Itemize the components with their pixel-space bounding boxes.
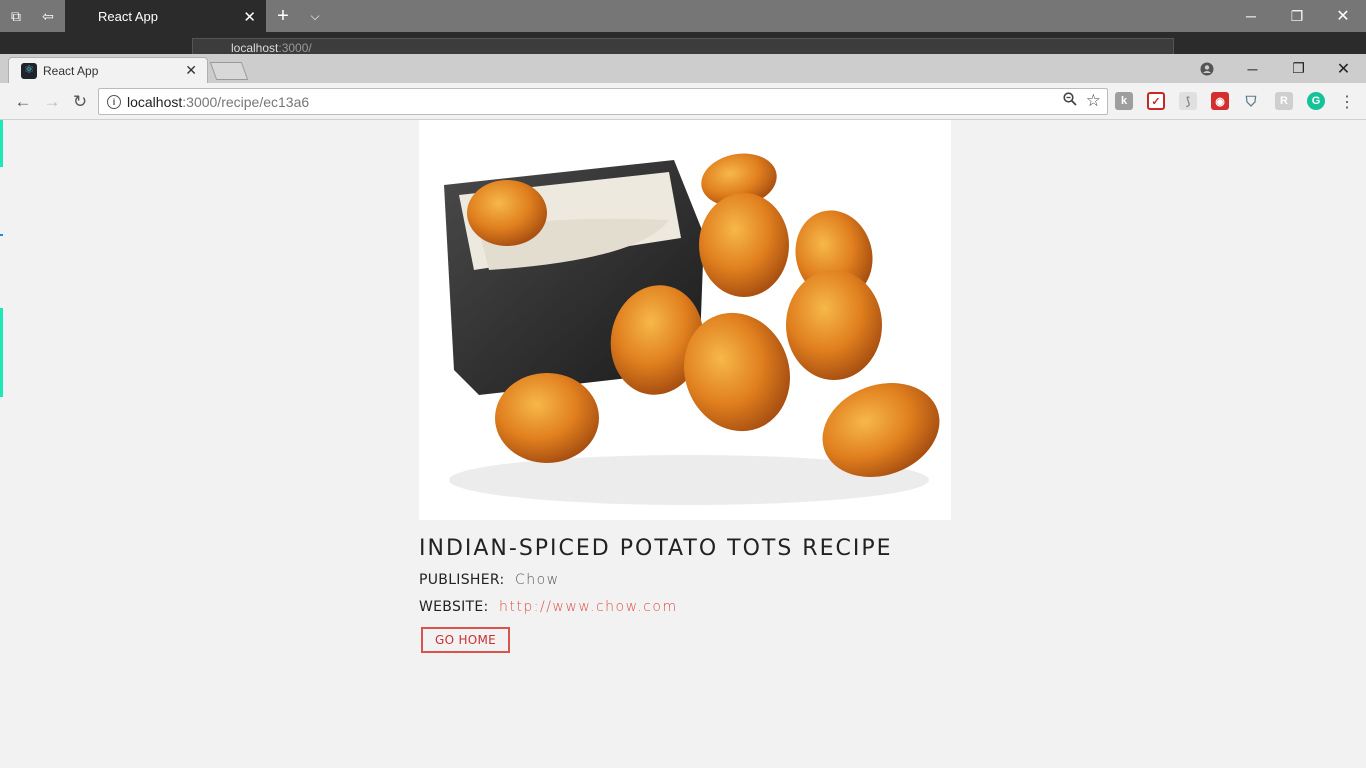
extension-camera-icon[interactable]: ◉ [1211,92,1229,110]
tabs-aside-icon[interactable]: ⧉ [0,0,32,32]
website-label: WEBSITE: [419,599,489,615]
profile-icon[interactable] [1192,54,1222,83]
left-edge-artifact [0,120,3,167]
edge-address-bar[interactable]: localhost:3000/ [192,38,1174,54]
go-home-button[interactable]: GO HOME [421,627,511,653]
zoom-icon[interactable] [1063,92,1077,110]
extension-shield-icon[interactable]: ⛉ [1242,92,1260,110]
edge-tab-close-icon[interactable]: ✕ [243,8,256,26]
extension-pocket-icon[interactable]: ✓ [1147,92,1165,110]
extension-k-icon[interactable]: k [1115,92,1133,110]
minimize-icon[interactable]: ─ [1228,0,1274,32]
bookmark-star-icon[interactable]: ☆ [1086,91,1101,111]
left-edge-artifact [0,234,3,236]
edge-titlebar: ⧉ ⇦ React App ✕ + ⌵ ─ ❐ ✕ [0,0,1366,32]
edge-tab-title: React App [98,8,158,24]
restore-icon[interactable]: ❐ [1274,0,1320,32]
reload-icon[interactable]: ↻ [68,90,92,114]
chrome-close-icon[interactable]: ✕ [1321,54,1366,83]
close-window-icon[interactable]: ✕ [1320,0,1366,32]
website-row: WEBSITE: http://www.chow.com [419,598,951,615]
publisher-row: PUBLISHER: Chow [419,571,951,588]
chrome-minimize-icon[interactable]: ─ [1230,54,1275,83]
tab-preview-chevron-icon[interactable]: ⌵ [302,0,328,32]
chrome-tab-close-icon[interactable]: ✕ [185,62,197,79]
site-info-icon[interactable]: i [107,94,121,109]
back-arrow-icon[interactable]: ← [11,90,35,114]
set-tabs-aside-icon[interactable]: ⇦ [32,0,64,32]
publisher-value: Chow [514,572,560,588]
website-link[interactable]: http://www.chow.com [499,599,678,615]
chrome-restore-icon[interactable]: ❐ [1276,54,1321,83]
url-host: localhost [127,93,183,110]
chrome-tab[interactable]: ⚛ React App ✕ [8,57,208,83]
publisher-label: PUBLISHER: [419,572,505,588]
recipe-detail: INDIAN-SPICED POTATO TOTS RECIPE PUBLISH… [419,120,951,653]
chrome-tab-title: React App [43,63,99,78]
new-tab-icon[interactable]: + [270,0,296,32]
url-bar[interactable]: i localhost:3000/recipe/ec13a6 ☆ [98,88,1108,115]
extension-leaf-icon[interactable]: ⟆ [1179,92,1197,110]
edge-tab[interactable]: React App ✕ [65,0,266,32]
url-path: :3000/recipe/ec13a6 [182,93,310,110]
chrome-toolbar: ← → ↻ i localhost:3000/recipe/ec13a6 ☆ k… [0,83,1366,120]
chrome-tab-strip: ⚛ React App ✕ [0,54,1366,83]
chrome-new-tab-button[interactable] [209,62,249,80]
left-edge-artifact [0,308,3,397]
chrome-menu-icon[interactable]: ⋮ [1335,90,1359,114]
extension-r-icon[interactable]: R [1275,92,1293,110]
forward-arrow-icon[interactable]: → [40,90,64,114]
recipe-image [419,120,951,520]
extension-grammarly-icon[interactable]: G [1307,92,1325,110]
react-favicon-icon: ⚛ [21,62,37,79]
edge-toolbar: localhost:3000/ [0,32,1366,54]
recipe-title: INDIAN-SPICED POTATO TOTS RECIPE [419,536,893,561]
